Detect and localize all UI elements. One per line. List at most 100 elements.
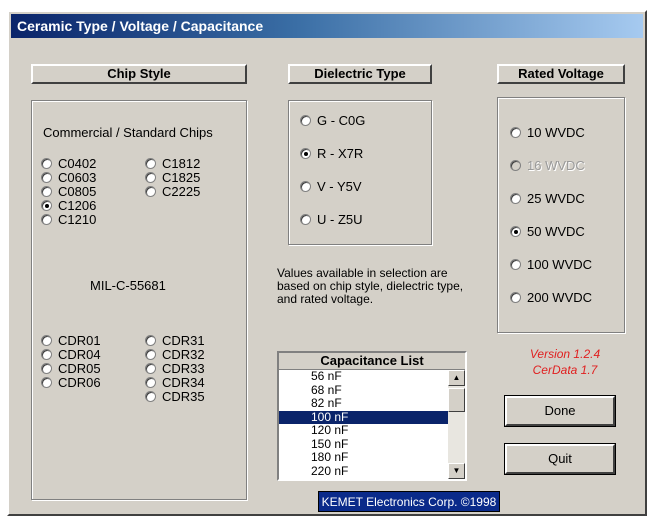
- radio-cdr32[interactable]: CDR32: [145, 347, 205, 362]
- radio-cdr33[interactable]: CDR33: [145, 361, 205, 376]
- capacitance-list-item[interactable]: 180 nF: [279, 451, 448, 465]
- radio-cdr35[interactable]: CDR35: [145, 389, 205, 404]
- dielectric-group: G - C0G R - X7R V - Y5V U - Z5U: [288, 100, 432, 245]
- radio-label: C2225: [162, 184, 201, 199]
- radio-label: 50 WVDC: [527, 224, 585, 239]
- radio-label: CDR04: [58, 347, 101, 362]
- radio-button-icon: [41, 200, 52, 211]
- capacitance-list-item[interactable]: 220 nF: [279, 464, 448, 479]
- radio-button-icon: [41, 158, 52, 169]
- radio-label: R - X7R: [317, 146, 364, 161]
- radio-c1825[interactable]: C1825: [145, 170, 200, 185]
- radio-cdr34[interactable]: CDR34: [145, 375, 205, 390]
- voltage-group: 10 WVDC 16 WVDC 25 WVDC 50 WVDC 100 WVDC 200 …: [497, 97, 625, 333]
- commercial-chips-label: Commercial / Standard Chips: [43, 125, 213, 140]
- selection-note: Values available in selection are based …: [277, 266, 464, 306]
- radio-label: CDR31: [162, 333, 205, 348]
- radio-label: CDR32: [162, 347, 205, 362]
- radio-button-icon: [145, 349, 156, 360]
- radio-cdr05[interactable]: CDR05: [41, 361, 101, 376]
- radio-c0805[interactable]: C0805: [41, 184, 96, 199]
- radio-v-y5v[interactable]: V - Y5V: [300, 179, 362, 194]
- radio-c1206[interactable]: C1206: [41, 198, 96, 213]
- radio-label: 25 WVDC: [527, 191, 585, 206]
- radio-button-icon: [510, 127, 521, 138]
- radio-button-icon: [300, 148, 311, 159]
- radio-c0402[interactable]: C0402: [41, 156, 96, 171]
- radio-label: CDR33: [162, 361, 205, 376]
- radio-label: C0805: [58, 184, 97, 199]
- radio-label: CDR35: [162, 389, 205, 404]
- radio-c1812[interactable]: C1812: [145, 156, 200, 171]
- capacitance-scrollbar[interactable]: ▲ ▼: [448, 370, 465, 479]
- radio-button-icon: [41, 214, 52, 225]
- radio-button-icon: [510, 259, 521, 270]
- radio-button-icon: [145, 391, 156, 402]
- capacitance-list-item[interactable]: 68 nF: [279, 383, 448, 398]
- radio-cdr31[interactable]: CDR31: [145, 333, 205, 348]
- radio-cdr01[interactable]: CDR01: [41, 333, 101, 348]
- radio-button-icon: [300, 115, 311, 126]
- radio-button-icon: [41, 377, 52, 388]
- rated-voltage-header: Rated Voltage: [497, 64, 625, 84]
- radio-c2225[interactable]: C2225: [145, 184, 200, 199]
- radio-button-icon: [41, 172, 52, 183]
- radio-button-icon: [41, 335, 52, 346]
- chip-style-header: Chip Style: [31, 64, 247, 84]
- radio-label: CDR06: [58, 375, 101, 390]
- radio-g-c0g[interactable]: G - C0G: [300, 113, 365, 128]
- mil-spec-label: MIL-C-55681: [90, 278, 166, 293]
- radio-button-icon: [41, 363, 52, 374]
- cerdata-version-text: CerData 1.7: [532, 363, 598, 377]
- radio-label: CDR01: [58, 333, 101, 348]
- radio-c1210[interactable]: C1210: [41, 212, 96, 227]
- radio-label: C0603: [58, 170, 97, 185]
- radio-label: CDR05: [58, 361, 101, 376]
- radio-16-wvdc: 16 WVDC: [510, 158, 585, 173]
- capacitance-list-item[interactable]: 150 nF: [279, 437, 448, 452]
- radio-label: V - Y5V: [317, 179, 362, 194]
- radio-button-icon: [510, 292, 521, 303]
- radio-button-icon: [510, 160, 521, 171]
- radio-label: 16 WVDC: [527, 158, 585, 173]
- radio-button-icon: [41, 186, 52, 197]
- capacitance-list-item[interactable]: 100 nF: [279, 410, 448, 424]
- scroll-thumb[interactable]: [448, 388, 465, 412]
- radio-r-x7r[interactable]: R - X7R: [300, 146, 363, 161]
- capacitance-list-item[interactable]: 120 nF: [279, 424, 448, 438]
- radio-label: C1825: [162, 170, 201, 185]
- radio-label: 10 WVDC: [527, 125, 585, 140]
- radio-button-icon: [510, 193, 521, 204]
- radio-10-wvdc[interactable]: 10 WVDC: [510, 125, 585, 140]
- radio-button-icon: [145, 335, 156, 346]
- capacitance-list-item[interactable]: 56 nF: [279, 370, 448, 384]
- radio-label: CDR34: [162, 375, 205, 390]
- capacitance-list-header: Capacitance List: [279, 353, 465, 370]
- radio-c0603[interactable]: C0603: [41, 170, 96, 185]
- done-button[interactable]: Done: [504, 395, 616, 427]
- copyright-footer: KEMET Electronics Corp. ©1998: [318, 491, 500, 512]
- main-window: Ceramic Type / Voltage / Capacitance Chi…: [7, 10, 647, 516]
- radio-button-icon: [145, 363, 156, 374]
- capacitance-listbox[interactable]: Capacitance List 56 nF 68 nF 82 nF 100 nF 12…: [277, 351, 467, 481]
- radio-label: C0402: [58, 156, 97, 171]
- radio-button-icon: [145, 186, 156, 197]
- dielectric-type-header: Dielectric Type: [288, 64, 432, 84]
- radio-200-wvdc[interactable]: 200 WVDC: [510, 290, 592, 305]
- radio-button-icon: [145, 172, 156, 183]
- chip-style-group: Commercial / Standard Chips C0402 C0603 C0…: [31, 100, 247, 500]
- radio-25-wvdc[interactable]: 25 WVDC: [510, 191, 585, 206]
- window-title: Ceramic Type / Voltage / Capacitance: [11, 14, 643, 38]
- radio-cdr06[interactable]: CDR06: [41, 375, 101, 390]
- quit-button[interactable]: Quit: [504, 443, 616, 475]
- scroll-down-arrow-icon[interactable]: ▼: [448, 463, 465, 479]
- radio-label: U - Z5U: [317, 212, 363, 227]
- radio-100-wvdc[interactable]: 100 WVDC: [510, 257, 592, 272]
- capacitance-list-item[interactable]: 82 nF: [279, 397, 448, 411]
- radio-label: C1210: [58, 212, 97, 227]
- radio-label: 100 WVDC: [527, 257, 593, 272]
- radio-50-wvdc[interactable]: 50 WVDC: [510, 224, 585, 239]
- scroll-up-arrow-icon[interactable]: ▲: [448, 370, 465, 386]
- radio-u-z5u[interactable]: U - Z5U: [300, 212, 363, 227]
- radio-cdr04[interactable]: CDR04: [41, 347, 101, 362]
